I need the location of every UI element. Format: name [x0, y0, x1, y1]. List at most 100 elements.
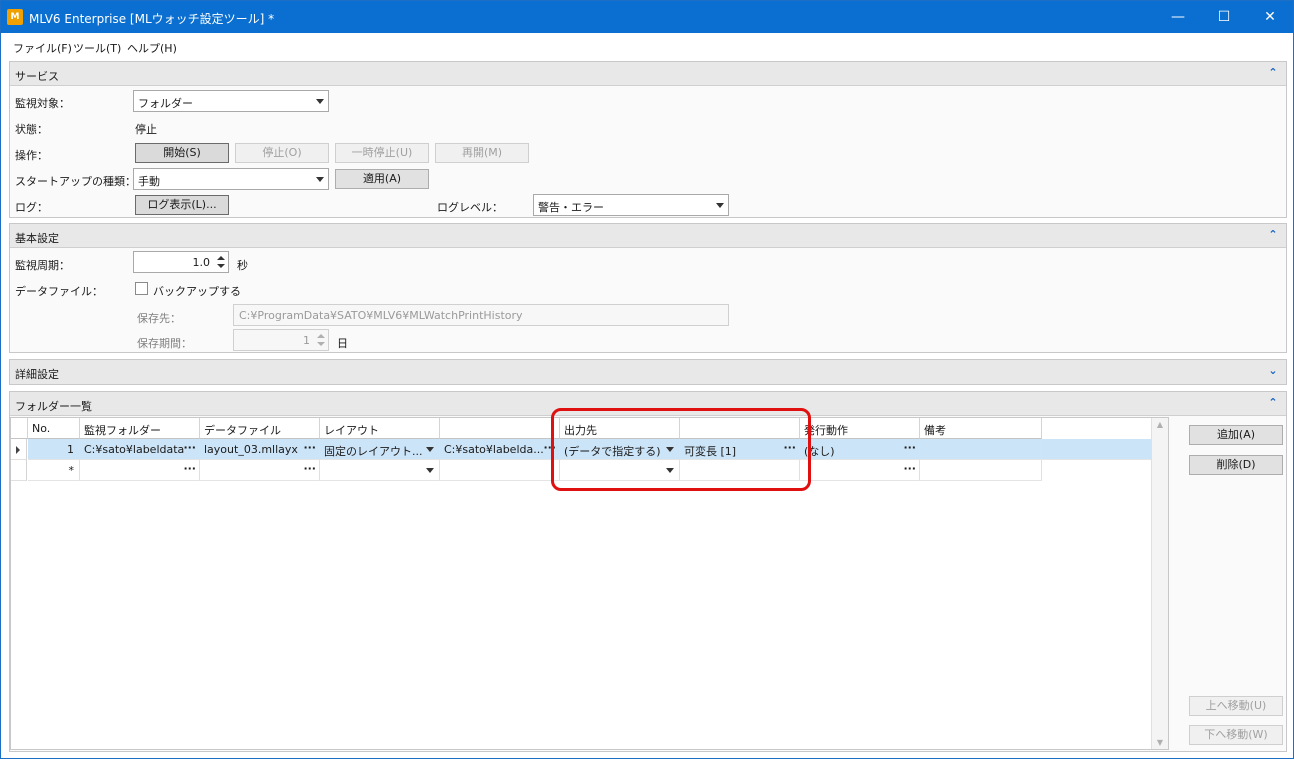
scroll-down-icon[interactable]: ▼ [1156, 738, 1164, 747]
window-title: MLV6 Enterprise [MLウォッチ設定ツール] * [29, 12, 275, 26]
service-panel: サービス ⌃ 監視対象： フォルダー 状態： 停止 操作： 開始(S) 停止(O… [9, 61, 1287, 218]
menu-tools[interactable]: ツール(T) [73, 40, 121, 56]
cell-path[interactable]: C:¥sato¥labelda... ··· [440, 439, 560, 460]
browse-icon[interactable]: ··· [183, 462, 196, 475]
spin-up-icon[interactable] [317, 334, 325, 338]
target-select[interactable]: フォルダー [133, 90, 329, 112]
cell-folder-text: C:¥sato¥labeldata [84, 443, 185, 456]
cell-action[interactable]: ··· [800, 460, 920, 481]
cell-layout[interactable]: 固定のレイアウト... [320, 439, 440, 460]
cell-layout-text: 固定のレイアウト... [324, 445, 423, 458]
retention-label: 保存期間： [137, 337, 192, 350]
spin-up-icon[interactable] [217, 256, 225, 260]
scroll-up-icon[interactable]: ▲ [1156, 420, 1164, 429]
startup-value: 手動 [138, 175, 160, 188]
minimize-button[interactable]: — [1155, 1, 1201, 33]
move-up-button[interactable]: 上へ移動(U) [1189, 696, 1283, 716]
app-logo-icon: M [7, 9, 23, 25]
collapse-icon[interactable]: ⌃ [1266, 396, 1280, 410]
cell-path[interactable] [440, 460, 560, 481]
advanced-settings-panel: 詳細設定 ⌄ [9, 359, 1287, 385]
backup-checkbox[interactable] [135, 282, 148, 295]
basic-settings-header[interactable]: 基本設定 ⌃ [10, 224, 1286, 248]
chevron-down-icon [716, 203, 724, 208]
chevron-down-icon[interactable] [426, 447, 434, 452]
column-header[interactable]: 発行動作 [800, 418, 920, 439]
collapse-icon[interactable]: ⌃ [1266, 228, 1280, 242]
interval-value: 1.0 [192, 256, 211, 269]
menu-bar: ファイル(F) ツール(T) ヘルプ(H) [1, 35, 1293, 57]
move-down-button[interactable]: 下へ移動(W) [1189, 725, 1283, 745]
cell-no[interactable]: * [28, 460, 80, 481]
target-label: 監視対象： [15, 97, 70, 110]
log-label: ログ： [15, 201, 48, 214]
close-button[interactable]: ✕ [1247, 1, 1293, 33]
advanced-settings-header[interactable]: 詳細設定 ⌄ [10, 360, 1286, 384]
cell-filler [1042, 439, 1152, 460]
status-value: 停止 [135, 123, 157, 136]
cell-layout[interactable] [320, 460, 440, 481]
cell-folder[interactable]: C:¥sato¥labeldata ··· [80, 439, 200, 460]
savepath-label: 保存先： [137, 312, 181, 325]
vertical-scrollbar[interactable]: ▲ ▼ [1151, 418, 1168, 749]
target-value: フォルダー [138, 97, 193, 110]
column-header[interactable]: 監視フォルダー [80, 418, 200, 439]
expand-icon[interactable]: ⌄ [1266, 364, 1280, 378]
column-header[interactable]: No. [28, 418, 80, 439]
browse-icon[interactable]: ··· [903, 462, 916, 475]
row-header-corner [11, 418, 28, 439]
cell-no[interactable]: 1 [28, 439, 80, 460]
resume-button[interactable]: 再開(M) [435, 143, 529, 163]
browse-icon[interactable]: ··· [183, 441, 196, 454]
view-log-button[interactable]: ログ表示(L)... [135, 195, 229, 215]
delete-button[interactable]: 削除(D) [1189, 455, 1283, 475]
highlight-annotation [551, 408, 811, 491]
menu-file[interactable]: ファイル(F) [13, 40, 72, 56]
loglevel-label: ログレベル： [437, 201, 503, 214]
browse-icon[interactable]: ··· [903, 441, 916, 454]
startup-label: スタートアップの種類： [15, 175, 136, 188]
start-button[interactable]: 開始(S) [135, 143, 229, 163]
status-label: 状態： [15, 123, 48, 136]
pause-button[interactable]: 一時停止(U) [335, 143, 429, 163]
cell-folder[interactable]: ··· [80, 460, 200, 481]
startup-select[interactable]: 手動 [133, 168, 329, 190]
row-header[interactable] [11, 460, 27, 481]
collapse-icon[interactable]: ⌃ [1266, 66, 1280, 80]
cell-datafile[interactable]: layout_03.mllayx ··· [200, 439, 320, 460]
spin-down-icon[interactable] [217, 264, 225, 268]
stop-button[interactable]: 停止(O) [235, 143, 329, 163]
chevron-down-icon [316, 177, 324, 182]
chevron-down-icon[interactable] [426, 468, 434, 473]
menu-help[interactable]: ヘルプ(H) [127, 40, 177, 56]
spin-down-icon[interactable] [317, 342, 325, 346]
column-header[interactable] [440, 418, 560, 439]
savepath-input[interactable]: C:¥ProgramData¥SATO¥MLV6¥MLWatchPrintHis… [233, 304, 729, 326]
advanced-settings-title: 詳細設定 [15, 368, 59, 381]
row-header[interactable] [11, 439, 27, 460]
apply-button[interactable]: 適用(A) [335, 169, 429, 189]
service-panel-header[interactable]: サービス ⌃ [10, 62, 1286, 86]
add-button[interactable]: 追加(A) [1189, 425, 1283, 445]
maximize-button[interactable]: ☐ [1201, 1, 1247, 33]
app-window: M MLV6 Enterprise [MLウォッチ設定ツール] * — ☐ ✕ … [0, 0, 1294, 759]
cell-path-text: C:¥sato¥labelda... [444, 443, 544, 456]
browse-icon[interactable]: ··· [303, 441, 316, 454]
datafile-label: データファイル： [15, 285, 103, 298]
title-bar: M MLV6 Enterprise [MLウォッチ設定ツール] * — ☐ ✕ [1, 1, 1293, 33]
column-header[interactable]: レイアウト [320, 418, 440, 439]
column-header[interactable]: 備考 [920, 418, 1042, 439]
browse-icon[interactable]: ··· [303, 462, 316, 475]
cell-note[interactable] [920, 460, 1042, 481]
cell-note[interactable] [920, 439, 1042, 460]
cell-action[interactable]: (なし) ··· [800, 439, 920, 460]
cell-datafile[interactable]: ··· [200, 460, 320, 481]
retention-spinner[interactable]: 1 [233, 329, 329, 351]
loglevel-select[interactable]: 警告・エラー [533, 194, 729, 216]
column-header[interactable]: データファイル [200, 418, 320, 439]
interval-spinner[interactable]: 1.0 [133, 251, 229, 273]
backup-label: バックアップする [153, 285, 241, 298]
interval-label: 監視周期： [15, 259, 70, 272]
operation-label: 操作： [15, 149, 48, 162]
loglevel-value: 警告・エラー [538, 201, 604, 214]
